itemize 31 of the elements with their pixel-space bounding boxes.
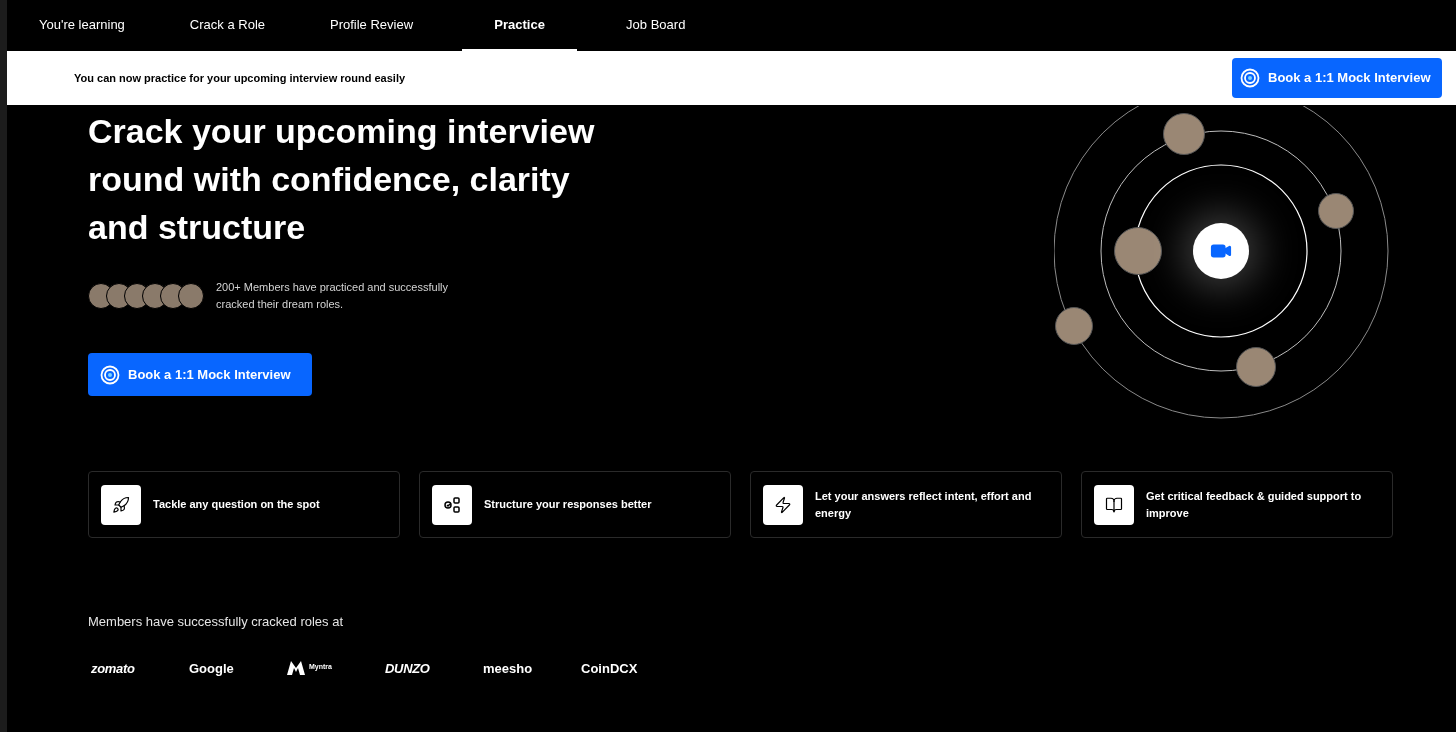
nav-tab[interactable]: Profile Review [314,0,430,51]
avatar [1318,193,1354,229]
company-logo: DUNZO [385,660,430,676]
hero-title: Crack your upcoming interview round with confidence, clarity and structure [88,111,596,248]
companies-heading: Members have successfully cracked roles at [88,613,345,631]
company-logo: CoinDCX [581,660,638,676]
members-text: 200+ Members have practiced and successfully cracked their dream roles. [216,280,450,312]
avatar [1236,347,1276,387]
nav-tab[interactable]: You're learning [23,0,141,51]
logo-icon [100,364,120,385]
feature-text: Get critical feedback & guided support to improve [1146,488,1363,521]
company-logo: zomato [91,660,135,676]
nav-tab[interactable]: Job Board [610,0,702,51]
avatar [1055,307,1093,345]
structure-icon [443,495,461,514]
feature-text: Structure your responses better [484,497,653,512]
rocket-icon [112,495,130,514]
avatar [1114,227,1162,275]
company-logo: meesho [483,660,533,676]
avatar [178,283,204,309]
book-interview-button[interactable]: Book a 1:1 Mock Interview [1232,58,1442,98]
avatar [1163,113,1205,155]
feature-text: Let your answers reflect intent, effort and energy [815,488,1033,521]
lightning-icon [774,495,792,514]
book-interview-button[interactable]: Book a 1:1 Mock Interview [88,353,312,396]
logo-icon [1240,68,1260,88]
banner-text: You can now practice for your upcoming interview round easily [74,70,406,86]
feature-text: Tackle any question on the spot [153,497,321,512]
nav-tab[interactable]: Crack a Role [173,0,281,51]
book-icon [1105,495,1123,514]
company-logo: Google [189,660,234,676]
